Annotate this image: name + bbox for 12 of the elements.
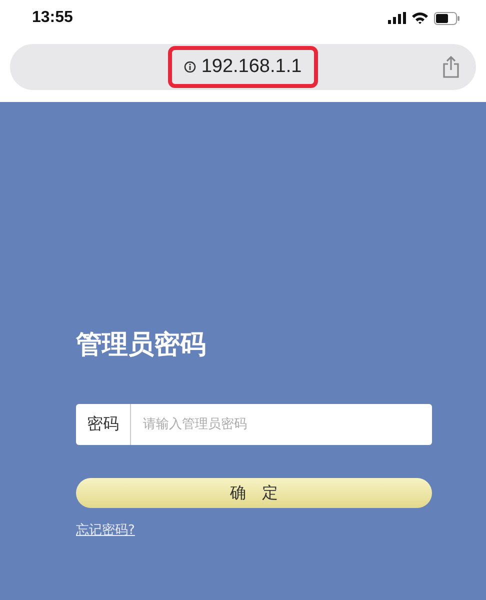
confirm-button[interactable]: 确 定 [76, 478, 432, 508]
wifi-icon [412, 12, 428, 24]
url-text: 192.168.1.1 [201, 56, 302, 78]
password-field[interactable]: 请输入管理员密码 [131, 404, 432, 445]
address-bar[interactable]: 192.168.1.1 [10, 44, 476, 90]
field-label: 密码 [76, 404, 131, 445]
info-icon [184, 61, 196, 73]
status-time: 13:55 [32, 9, 73, 27]
signal-icon [388, 12, 406, 24]
page-title: 管理员密码 [76, 329, 206, 362]
share-icon[interactable] [442, 56, 460, 78]
battery-icon [434, 12, 460, 24]
